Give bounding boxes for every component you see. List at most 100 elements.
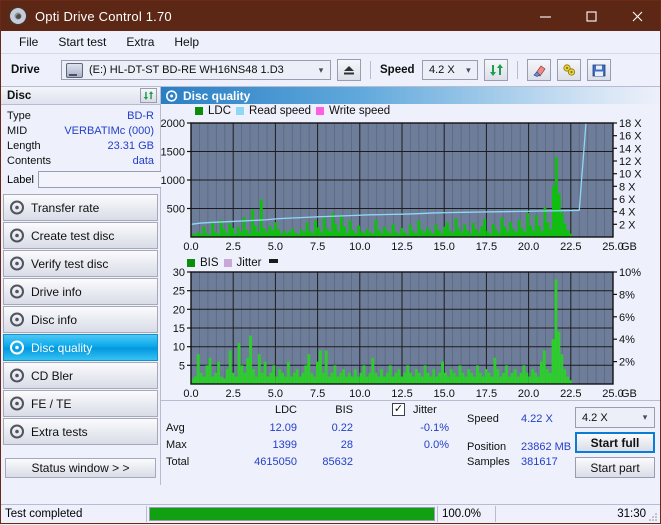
svg-text:12.5: 12.5 xyxy=(391,388,412,400)
toolbar-divider xyxy=(370,61,371,79)
sidebar-item-transfer-rate[interactable]: Transfer rate xyxy=(3,194,158,221)
svg-text:6%: 6% xyxy=(619,312,635,324)
sidebar-nav: Transfer rate Create test disc Verify te… xyxy=(1,191,160,478)
menu-item-file[interactable]: File xyxy=(9,33,48,51)
stats-header-ldc: LDC xyxy=(274,404,297,416)
svg-text:2%: 2% xyxy=(619,357,635,369)
stats-header-bis: BIS xyxy=(335,404,353,416)
status-window-button[interactable]: Status window > > xyxy=(5,458,156,478)
disc-contents-value: data xyxy=(132,154,154,167)
svg-text:20.0: 20.0 xyxy=(518,241,539,253)
eject-button[interactable] xyxy=(337,59,361,81)
sidebar-item-label: Verify test disc xyxy=(31,256,109,271)
ldc-chart: LDC Read speed Write speed 2000 1500 1000 5… xyxy=(161,104,660,256)
menu-item-help[interactable]: Help xyxy=(164,33,209,51)
svg-text:10.0: 10.0 xyxy=(349,241,370,253)
sidebar-item-cd-bler[interactable]: CD Bler xyxy=(3,362,158,389)
sidebar-item-label: Extra tests xyxy=(31,424,88,439)
disc-label-label: Label xyxy=(7,173,34,186)
disc-mid-label: MID xyxy=(7,124,28,137)
stats-max-ldc: 1399 xyxy=(272,439,297,451)
window-controls xyxy=(522,1,660,31)
sidebar-item-disc-info[interactable]: Disc info xyxy=(3,306,158,333)
test-speed-value: 4.2 X xyxy=(582,411,608,424)
sidebar-item-disc-quality[interactable]: Disc quality xyxy=(3,334,158,361)
svg-text:7.5: 7.5 xyxy=(310,388,325,400)
bis-chart-canvas: 30 25 20 15 10 5 10% 8% 6% 4% 2% 0.0 2.5 5.0 7.5 10.0 12… xyxy=(173,267,641,400)
svg-text:12.5: 12.5 xyxy=(391,241,412,253)
disc-icon xyxy=(10,200,25,215)
sidebar-item-label: Disc quality xyxy=(31,340,93,355)
sidebar-item-fe-te[interactable]: FE / TE xyxy=(3,390,158,417)
elapsed-time: 31:30 xyxy=(495,506,660,522)
stats-avg-ldc: 12.09 xyxy=(269,422,297,434)
minimize-icon[interactable] xyxy=(522,1,568,31)
svg-text:10%: 10% xyxy=(619,267,641,279)
stats-panel: LDC BIS ✓ Jitter Avg 12.09 0.22 -0.1% Ma… xyxy=(161,400,660,485)
disc-length-value: 23.31 GB xyxy=(107,139,154,152)
disc-info: Type BD-R MID VERBATIMc (000) Length 23.… xyxy=(1,105,239,191)
tools-icon xyxy=(562,64,575,76)
window-title: Opti Drive Control 1.70 xyxy=(35,8,172,24)
svg-text:22.5: 22.5 xyxy=(560,388,581,400)
sidebar-item-label: Create test disc xyxy=(31,228,115,243)
pane-title: Disc quality xyxy=(183,88,251,103)
title-bar: Opti Drive Control 1.70 xyxy=(1,1,660,31)
samples-stat-value: 381617 xyxy=(521,456,558,468)
progress-bar xyxy=(149,507,435,521)
chevron-down-icon: ▾ xyxy=(466,64,471,75)
sidebar-item-label: FE / TE xyxy=(31,396,72,411)
sidebar-item-verify-test-disc[interactable]: Verify test disc xyxy=(3,250,158,277)
sidebar-item-drive-info[interactable]: Drive info xyxy=(3,278,158,305)
svg-text:8 X: 8 X xyxy=(619,181,636,193)
pane-header: Disc quality xyxy=(161,87,660,104)
disc-mid-value: VERBATIMc (000) xyxy=(64,124,154,137)
tools-button[interactable] xyxy=(557,59,581,81)
jitter-checkbox[interactable]: ✓ xyxy=(392,403,405,416)
start-full-button[interactable]: Start full xyxy=(575,432,655,453)
eject-icon xyxy=(344,66,354,75)
drive-select-value: (E:) HL-DT-ST BD-RE WH16NS48 1.D3 xyxy=(89,64,284,76)
save-button[interactable] xyxy=(587,59,611,81)
test-speed-select[interactable]: 4.2 X ▾ xyxy=(575,407,655,428)
svg-text:14 X: 14 X xyxy=(619,143,642,155)
progress-bar-cell xyxy=(147,506,437,522)
progress-bar-fill xyxy=(150,508,434,520)
svg-text:1500: 1500 xyxy=(161,147,185,159)
disc-icon xyxy=(10,424,25,439)
disc-type-label: Type xyxy=(7,109,31,122)
close-icon[interactable] xyxy=(614,1,660,31)
speed-select[interactable]: 4.2 X ▾ xyxy=(422,60,478,80)
stats-row-label-total: Total xyxy=(166,456,190,468)
stats-avg-bis: 0.22 xyxy=(331,422,353,434)
resize-grip-icon[interactable] xyxy=(648,512,658,522)
refresh-icon xyxy=(143,91,154,100)
status-bar: Test completed 100.0% 31:30 xyxy=(1,504,660,523)
erase-button[interactable] xyxy=(527,59,551,81)
stats-avg-jitter: -0.1% xyxy=(420,422,449,434)
start-part-button[interactable]: Start part xyxy=(575,457,655,478)
svg-text:18 X: 18 X xyxy=(619,118,642,130)
sidebar-item-label: CD Bler xyxy=(31,368,74,383)
svg-text:12 X: 12 X xyxy=(619,156,642,168)
menu-item-start-test[interactable]: Start test xyxy=(48,33,116,51)
svg-text:2000: 2000 xyxy=(161,118,185,130)
menu-bar: File Start test Extra Help xyxy=(1,31,660,54)
stats-total-bis: 85632 xyxy=(322,456,353,468)
left-panel: Disc Type BD-R MID VERBATIMc (000) Lengt… xyxy=(1,87,239,485)
disc-refresh-button[interactable] xyxy=(140,88,157,103)
svg-text:20.0: 20.0 xyxy=(518,388,539,400)
disc-panel-title: Disc xyxy=(7,89,32,102)
app-window: Opti Drive Control 1.70 File Start test … xyxy=(0,0,661,524)
drive-select[interactable]: (E:) HL-DT-ST BD-RE WH16NS48 1.D3 ▾ xyxy=(61,60,331,80)
sidebar-item-extra-tests[interactable]: Extra tests xyxy=(3,418,158,445)
maximize-icon[interactable] xyxy=(568,1,614,31)
app-icon xyxy=(9,7,27,25)
speed-label: Speed xyxy=(380,64,415,76)
menu-item-extra[interactable]: Extra xyxy=(116,33,164,51)
sidebar-item-create-test-disc[interactable]: Create test disc xyxy=(3,222,158,249)
svg-text:2.5: 2.5 xyxy=(226,241,241,253)
disc-contents-label: Contents xyxy=(7,154,52,167)
svg-text:GB: GB xyxy=(621,388,637,400)
refresh-button[interactable] xyxy=(484,59,508,81)
